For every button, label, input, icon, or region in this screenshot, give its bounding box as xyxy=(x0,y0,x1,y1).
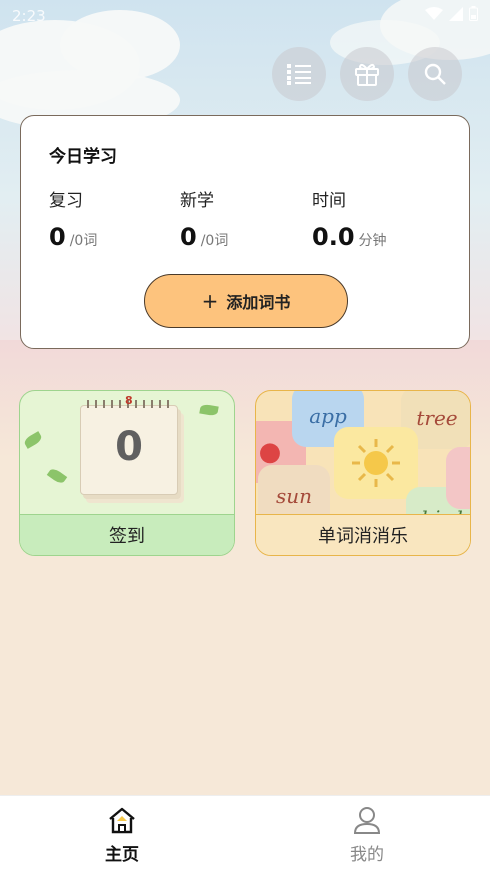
signal-icon xyxy=(449,6,463,21)
calendar-icon: 8 0 xyxy=(80,394,178,495)
gift-button[interactable] xyxy=(340,47,394,101)
calendar-tab: 8 xyxy=(125,394,133,407)
checkin-label: 签到 xyxy=(20,514,234,555)
tab-home-label: 主页 xyxy=(105,845,139,865)
new-value: 0 xyxy=(180,223,197,251)
wifi-icon xyxy=(425,6,443,20)
tab-mine-label: 我的 xyxy=(350,845,384,865)
card-title: 今日学习 xyxy=(49,147,117,167)
checkin-tile[interactable]: 8 0 签到 xyxy=(19,390,235,556)
time-unit: 分钟 xyxy=(358,233,387,249)
status-bar: 2:23 xyxy=(0,0,490,34)
sun-block xyxy=(334,427,418,499)
new-unit: /0词 xyxy=(200,233,229,249)
review-stat: 复习 0/0词 xyxy=(49,186,97,251)
add-wordbook-label: 添加词书 xyxy=(226,293,291,312)
time-label: 时间 xyxy=(312,191,346,211)
today-study-card: 今日学习 复习 0/0词 新学 0/0词 时间 0.0 分钟 + 添加词书 xyxy=(20,115,470,349)
review-unit: /0词 xyxy=(69,233,98,249)
apple-icon: ● xyxy=(258,437,282,467)
word-match-game-label: 单词消消乐 xyxy=(256,514,470,555)
leaf-icon xyxy=(199,403,219,417)
leaf-icon xyxy=(22,431,44,449)
add-wordbook-button[interactable]: + 添加词书 xyxy=(144,274,348,328)
decor-block xyxy=(446,447,470,509)
search-button[interactable] xyxy=(408,47,462,101)
tab-home[interactable]: 主页 xyxy=(62,806,182,865)
plus-icon: + xyxy=(201,289,219,313)
review-value: 0 xyxy=(49,223,66,251)
word-match-game-tile[interactable]: ● app tree sun bird 单词消消乐 xyxy=(255,390,471,556)
search-icon xyxy=(424,63,446,85)
battery-icon xyxy=(469,6,478,21)
status-icons xyxy=(425,6,478,21)
time-value: 0.0 xyxy=(312,223,355,251)
user-icon xyxy=(353,807,381,834)
time-stat: 时间 0.0 分钟 xyxy=(312,186,387,251)
home-icon xyxy=(109,807,135,834)
status-time: 2:23 xyxy=(12,7,46,25)
bottom-tab-bar: 主页 我的 xyxy=(0,795,490,873)
list-icon xyxy=(287,64,311,85)
list-button[interactable] xyxy=(272,47,326,101)
sun-icon xyxy=(352,439,400,487)
checkin-count: 0 xyxy=(115,424,143,470)
new-stat: 新学 0/0词 xyxy=(180,186,228,251)
leaf-icon xyxy=(46,466,68,486)
tab-mine[interactable]: 我的 xyxy=(307,806,427,865)
new-label: 新学 xyxy=(180,191,214,211)
gift-icon xyxy=(355,63,379,86)
review-label: 复习 xyxy=(49,191,83,211)
